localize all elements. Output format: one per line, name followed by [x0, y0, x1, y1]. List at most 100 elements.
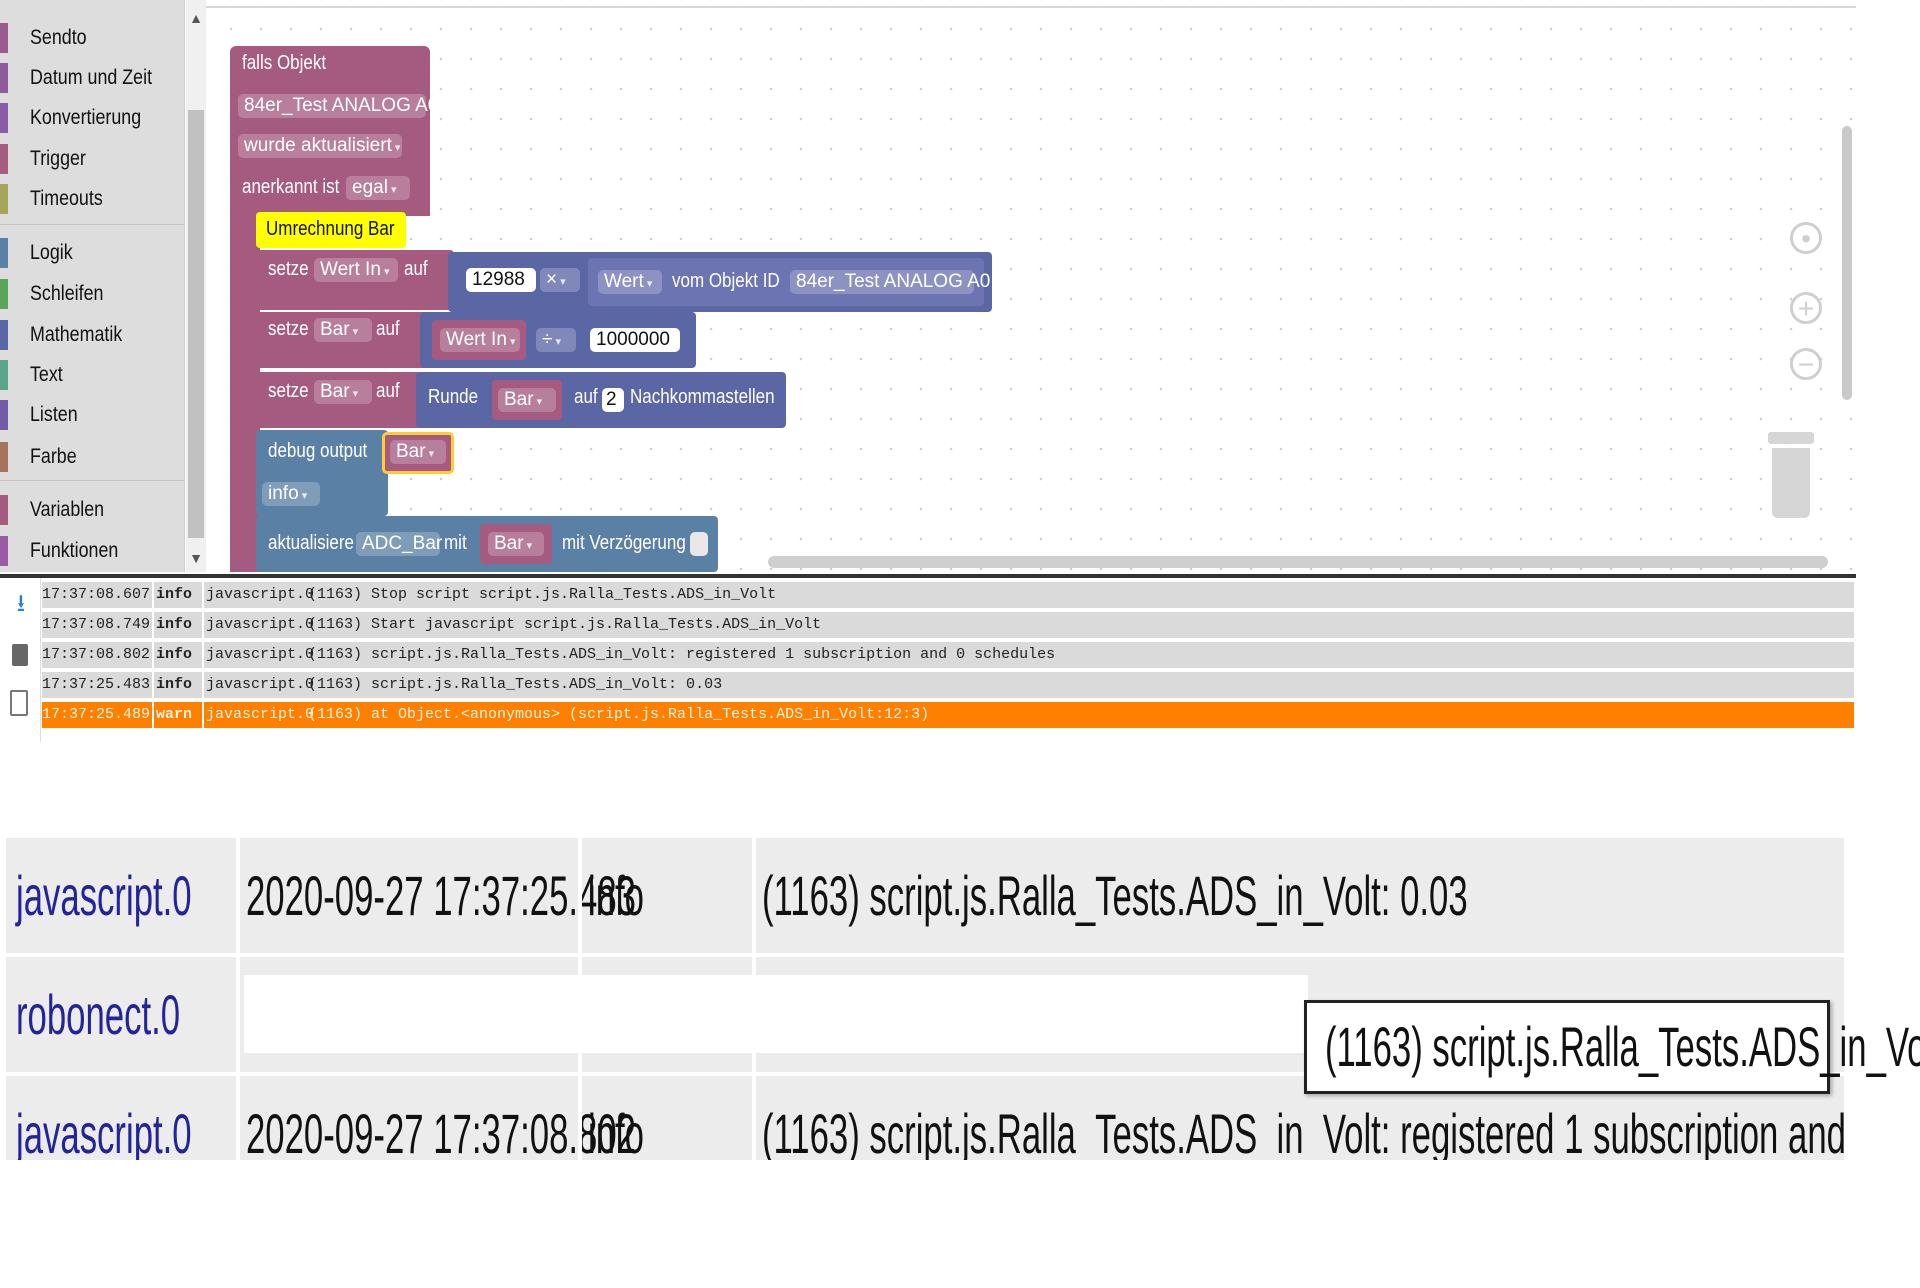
category-color-swatch	[0, 238, 8, 268]
toolbox-item-label: Schleifen	[30, 282, 104, 305]
log-source: javascript.0	[16, 864, 192, 927]
table-row: javascript.0 2020-09-27 17:37:25.483 inf…	[6, 838, 1844, 953]
toolbox-item-label: Funktionen	[30, 539, 119, 562]
toolbox-item-label: Timeouts	[30, 187, 103, 210]
toolbox-item-mathematik[interactable]: Mathematik	[0, 318, 184, 352]
category-color-swatch	[0, 144, 8, 174]
log-message: (1163) Stop script script.js.Ralla_Tests…	[308, 586, 777, 603]
trash-icon[interactable]	[1768, 432, 1814, 520]
set-label: setze	[268, 380, 309, 402]
mit-label: mit	[444, 532, 467, 554]
workspace-horizontal-scrollbar[interactable]	[768, 556, 1828, 568]
log-row: 17:37:08.749 info javascript.0 (1163) St…	[42, 612, 1854, 638]
workspace-vertical-scrollbar[interactable]	[1842, 126, 1852, 400]
ack-dropdown[interactable]: egal	[346, 176, 410, 200]
log-source: javascript.0	[206, 706, 315, 723]
aktualisiere-label: aktualisiere	[268, 532, 354, 554]
toolbox-item-sendto[interactable]: Sendto	[0, 21, 184, 55]
log-row: 17:37:08.607 info javascript.0 (1163) St…	[42, 582, 1854, 608]
variable-dropdown[interactable]: Bar	[488, 532, 544, 556]
set-variable-dropdown[interactable]: Wert In	[314, 258, 398, 282]
scroll-down-icon[interactable]: ▼	[186, 550, 206, 566]
toolbox-separator	[0, 224, 184, 225]
operator-dropdown[interactable]: ×	[540, 268, 580, 292]
workspace-top-border	[206, 6, 1856, 8]
toolbox-item-farbe[interactable]: Farbe	[0, 440, 184, 474]
column-divider	[578, 838, 582, 1160]
log-source: javascript.0	[206, 676, 315, 693]
log-message: (1163) script.js.Ralla_Tests.ADS_in_Volt…	[308, 646, 1056, 663]
log-severity: info	[588, 864, 644, 927]
log-severity: info	[156, 616, 193, 633]
verzoegerung-label: mit Verzögerung	[562, 532, 686, 554]
toolbox-item-trigger[interactable]: Trigger	[0, 142, 184, 176]
variable-dropdown[interactable]: Bar	[390, 440, 446, 464]
toolbox-item-label: Logik	[30, 241, 73, 264]
toolbox-item-funktionen[interactable]: Funktionen	[0, 534, 184, 568]
zoom-in-icon[interactable]: +	[1790, 292, 1822, 324]
toolbox-item-schleifen[interactable]: Schleifen	[0, 277, 184, 311]
toolbox-item-datum-und-zeit[interactable]: Datum und Zeit	[0, 61, 184, 95]
set-variable-dropdown[interactable]: Bar	[314, 318, 372, 342]
object-id-field[interactable]: ADC_Bar	[356, 532, 442, 556]
runde-label: Runde	[428, 386, 479, 408]
blockly-toolbox: Sendto Datum und Zeit Konvertierung Trig…	[0, 0, 185, 572]
toolbox-item-variablen[interactable]: Variablen	[0, 493, 184, 527]
toolbox-scrollbar[interactable]: ▲ ▼	[186, 0, 206, 572]
set-label: setze	[268, 318, 309, 340]
toolbox-item-text[interactable]: Text	[0, 358, 184, 392]
log-level-dropdown[interactable]: info	[262, 482, 320, 506]
log-severity: info	[156, 586, 193, 603]
toolbox-item-logik[interactable]: Logik	[0, 236, 184, 270]
category-color-swatch	[0, 103, 8, 133]
zoomed-log-table: javascript.0 2020-09-27 17:37:25.483 inf…	[6, 838, 1844, 1160]
log-source: javascript.0	[206, 646, 315, 663]
center-icon[interactable]: •	[1790, 222, 1822, 254]
nachkommastellen-label: Nachkommastellen	[630, 386, 775, 408]
operator-dropdown[interactable]: ÷	[536, 328, 576, 352]
log-toolbar: ⭳	[0, 578, 41, 742]
category-color-swatch	[0, 184, 8, 214]
log-time: 17:37:25.489	[42, 706, 151, 723]
trigger-object-field[interactable]: 84er_Test ANALOG A0	[238, 94, 438, 118]
value-type-dropdown[interactable]: Wert	[598, 270, 662, 294]
copy-log-icon[interactable]	[10, 690, 28, 716]
toolbox-item-label: Text	[30, 363, 63, 386]
variable-dropdown[interactable]: Bar	[498, 388, 556, 412]
toolbox-item-timeouts[interactable]: Timeouts	[0, 182, 184, 216]
log-time: 17:37:08.607	[42, 586, 151, 603]
digits-field[interactable]: 2	[602, 388, 624, 412]
object-id-field[interactable]: 84er_Test ANALOG A0	[790, 270, 990, 294]
variable-dropdown[interactable]: Wert In	[440, 328, 520, 352]
category-color-swatch	[0, 320, 8, 350]
scroll-up-icon[interactable]: ▲	[186, 10, 206, 26]
number-field[interactable]: 1000000	[590, 328, 680, 352]
column-divider	[752, 838, 756, 1160]
round-auf-label: auf	[574, 386, 598, 408]
category-color-swatch	[0, 442, 8, 472]
comment-text: Umrechnung Bar	[266, 218, 395, 240]
delete-log-icon[interactable]	[12, 644, 28, 666]
debug-output-label: debug output	[268, 440, 368, 462]
trigger-event-dropdown[interactable]: wurde aktualisiert	[238, 134, 402, 158]
ack-label: anerkannt ist	[242, 176, 340, 198]
log-time: 17:37:25.483	[42, 676, 151, 693]
toolbox-separator	[0, 480, 184, 481]
category-color-swatch	[0, 400, 8, 430]
toolbox-scrollbar-thumb[interactable]	[188, 110, 204, 538]
log-message: (1163) at Object.<anonymous> (script.js.…	[308, 706, 930, 723]
set-variable-dropdown[interactable]: Bar	[314, 380, 372, 404]
tooltip-text: (1163) script.js.Ralla_Tests.ADS_in_Volt…	[1325, 1015, 1920, 1078]
toolbox-item-konvertierung[interactable]: Konvertierung	[0, 101, 184, 135]
log-source: javascript.0	[16, 1102, 192, 1160]
toolbox-item-label: Mathematik	[30, 323, 123, 346]
zoom-out-icon[interactable]: −	[1790, 348, 1822, 380]
log-message: (1163) script.js.Ralla_Tests.ADS_in_Volt…	[762, 864, 1468, 927]
delay-checkbox[interactable]	[690, 532, 708, 556]
toolbox-item-listen[interactable]: Listen	[0, 398, 184, 432]
category-color-swatch	[0, 360, 8, 390]
message-tooltip: (1163) script.js.Ralla_Tests.ADS_in_Volt…	[1304, 1000, 1920, 1094]
blockly-workspace[interactable]: falls Objekt 84er_Test ANALOG A0 wurde a…	[206, 0, 1856, 572]
number-field[interactable]: 12988	[466, 268, 536, 292]
scroll-to-bottom-icon[interactable]: ⭳	[10, 592, 32, 620]
